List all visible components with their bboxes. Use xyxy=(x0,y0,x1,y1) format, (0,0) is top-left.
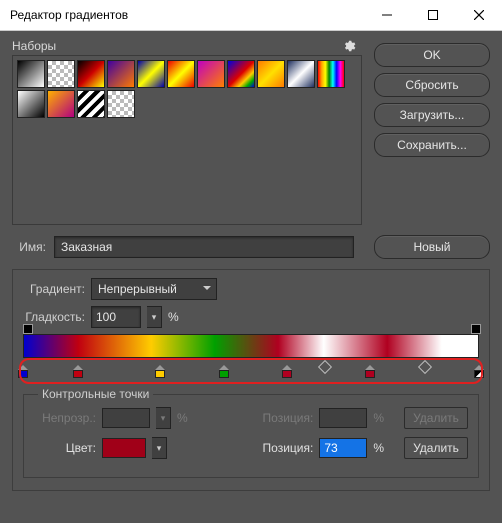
presets-label-text: Наборы xyxy=(12,39,56,53)
preset-swatch-8[interactable] xyxy=(257,60,285,88)
opacity-input xyxy=(102,408,150,428)
control-points-group: Контрольные точки Непрозр.: ▾ % Позиция:… xyxy=(23,394,479,478)
preset-swatch-11[interactable] xyxy=(17,90,45,118)
delete-opacity-stop-button: Удалить xyxy=(404,407,468,429)
name-input[interactable] xyxy=(54,236,354,258)
name-label: Имя: xyxy=(12,240,46,254)
color-position-input[interactable] xyxy=(319,438,367,458)
color-swatch-button[interactable] xyxy=(102,438,146,458)
gradient-editor[interactable] xyxy=(23,334,479,380)
new-button[interactable]: Новый xyxy=(374,235,490,259)
opacity-stop-left[interactable] xyxy=(23,324,31,332)
reset-button[interactable]: Сбросить xyxy=(374,73,490,97)
save-button[interactable]: Сохранить... xyxy=(374,133,490,157)
ok-button[interactable]: OK xyxy=(374,43,490,67)
preset-swatch-12[interactable] xyxy=(47,90,75,118)
color-stop-6[interactable] xyxy=(474,360,484,374)
preset-swatch-5[interactable] xyxy=(167,60,195,88)
smoothness-label: Гладкость: xyxy=(23,310,85,324)
preset-swatch-4[interactable] xyxy=(137,60,165,88)
opacity-percent: % xyxy=(177,411,188,425)
percent-label: % xyxy=(168,310,179,324)
color-stop-3[interactable] xyxy=(219,360,229,374)
presets-menu-button[interactable] xyxy=(342,39,356,53)
color-label: Цвет: xyxy=(34,441,96,455)
presets-label: Наборы xyxy=(12,39,362,53)
preset-swatch-3[interactable] xyxy=(107,60,135,88)
preset-swatch-7[interactable] xyxy=(227,60,255,88)
opacity-stop-right[interactable] xyxy=(471,324,479,332)
load-button[interactable]: Загрузить... xyxy=(374,103,490,127)
preset-swatch-9[interactable] xyxy=(287,60,315,88)
gradient-bar[interactable] xyxy=(23,334,479,358)
opacity-position-label: Позиция: xyxy=(257,411,313,425)
color-position-label: Позиция: xyxy=(257,441,313,455)
opacity-position-percent: % xyxy=(373,411,384,425)
control-points-title: Контрольные точки xyxy=(38,387,153,401)
maximize-button[interactable] xyxy=(410,0,456,30)
smoothness-input[interactable] xyxy=(91,306,141,328)
color-menu-button[interactable]: ▾ xyxy=(152,437,167,459)
color-stop-5[interactable] xyxy=(365,360,375,374)
opacity-stepper: ▾ xyxy=(156,407,171,429)
preset-swatch-6[interactable] xyxy=(197,60,225,88)
gradient-type-select[interactable]: Непрерывный xyxy=(91,278,217,300)
gradient-panel: Градиент: Непрерывный Гладкость: ▾ % Кон… xyxy=(12,269,490,491)
gradient-type-value: Непрерывный xyxy=(98,282,177,296)
color-stop-0[interactable] xyxy=(18,360,28,374)
minimize-button[interactable] xyxy=(364,0,410,30)
window-title: Редактор градиентов xyxy=(0,8,128,22)
preset-swatch-13[interactable] xyxy=(77,90,105,118)
opacity-position-input xyxy=(319,408,367,428)
preset-swatch-14[interactable] xyxy=(107,90,135,118)
preset-swatch-0[interactable] xyxy=(17,60,45,88)
color-stop-2[interactable] xyxy=(155,360,165,374)
preset-swatch-10[interactable] xyxy=(317,60,345,88)
midpoint-1[interactable] xyxy=(418,360,432,374)
presets-box[interactable] xyxy=(12,55,362,225)
preset-swatch-2[interactable] xyxy=(77,60,105,88)
opacity-label: Непрозр.: xyxy=(34,411,96,425)
midpoint-0[interactable] xyxy=(318,360,332,374)
close-button[interactable] xyxy=(456,0,502,30)
gradient-type-label: Градиент: xyxy=(23,282,85,296)
smoothness-stepper[interactable]: ▾ xyxy=(147,306,162,328)
color-stop-1[interactable] xyxy=(73,360,83,374)
color-stop-4[interactable] xyxy=(282,360,292,374)
color-position-percent: % xyxy=(373,441,384,455)
preset-swatch-1[interactable] xyxy=(47,60,75,88)
delete-color-stop-button[interactable]: Удалить xyxy=(404,437,468,459)
titlebar: Редактор градиентов xyxy=(0,0,502,31)
